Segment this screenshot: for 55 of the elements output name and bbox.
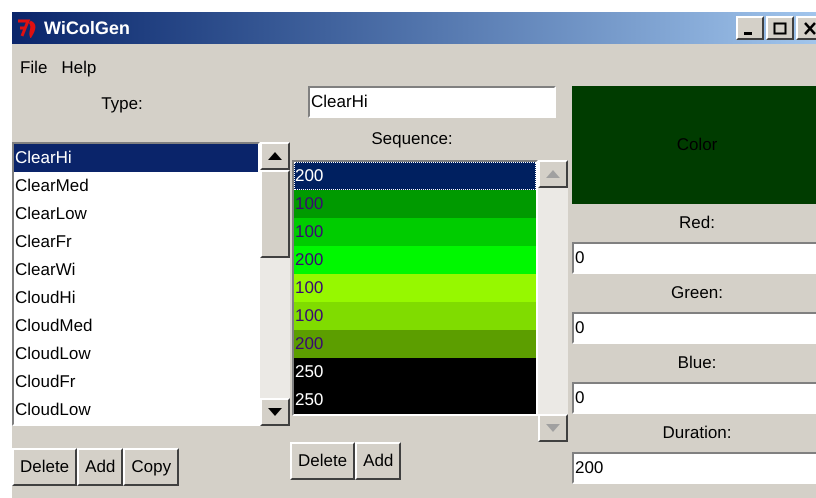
list-item[interactable]: ClearFr xyxy=(14,228,258,256)
field-label: Duration: xyxy=(662,422,732,444)
field-label: Green: xyxy=(671,282,723,304)
text-field[interactable]: 0 xyxy=(572,242,816,274)
down-arrow-icon xyxy=(546,424,560,432)
type-label: Type: xyxy=(101,93,143,116)
down-arrow-icon xyxy=(268,408,282,416)
list-item[interactable]: CloudLow xyxy=(14,396,258,424)
scroll-down-button[interactable] xyxy=(538,414,568,442)
list-item[interactable]: ClearMed xyxy=(14,172,258,200)
field-label: Blue: xyxy=(678,352,716,374)
maximize-button[interactable] xyxy=(766,16,794,40)
scrollbar[interactable] xyxy=(260,142,290,426)
list-item[interactable]: 100 xyxy=(294,190,536,218)
text-field[interactable]: 0 xyxy=(572,382,816,414)
menu-item[interactable]: File xyxy=(20,55,48,81)
list-item[interactable]: ClearHi xyxy=(14,144,258,172)
list-item[interactable]: ClearLow xyxy=(14,200,258,228)
list-item[interactable]: ClearWi xyxy=(14,256,258,284)
action-button[interactable]: Delete xyxy=(12,448,78,486)
list-item[interactable]: 200 xyxy=(294,330,536,358)
list-item[interactable]: 100 xyxy=(294,274,536,302)
text-field[interactable]: 200 xyxy=(572,452,816,484)
menu-item[interactable]: Help xyxy=(61,55,96,81)
minimize-icon xyxy=(744,32,752,34)
scroll-down-button[interactable] xyxy=(260,398,290,426)
up-arrow-icon xyxy=(546,170,560,178)
text-field[interactable]: 0 xyxy=(572,312,816,344)
sequence-label: Sequence: xyxy=(371,128,453,150)
field-label: Red: xyxy=(679,212,715,234)
window-title: WiColGen xyxy=(44,16,130,40)
action-button[interactable]: Delete xyxy=(290,442,356,480)
list-item[interactable]: 100 xyxy=(294,302,536,330)
list-item[interactable]: 200 xyxy=(294,246,536,274)
list-item[interactable]: CloudFr xyxy=(14,368,258,396)
list-item[interactable]: CloudLow xyxy=(14,340,258,368)
list-item[interactable]: 250 xyxy=(294,358,536,386)
list-item[interactable]: 250 xyxy=(294,386,536,414)
maximize-icon xyxy=(773,22,787,34)
up-arrow-icon xyxy=(268,152,282,160)
scroll-thumb[interactable] xyxy=(260,170,290,258)
action-button[interactable]: Add xyxy=(77,448,124,486)
close-icon xyxy=(803,22,816,34)
list-item[interactable]: 100 xyxy=(294,218,536,246)
scroll-up-button[interactable] xyxy=(538,160,568,188)
text-field[interactable]: ClearHi xyxy=(308,86,556,118)
list-item[interactable]: CloudMed xyxy=(14,312,258,340)
action-button[interactable]: Copy xyxy=(123,448,180,486)
minimize-button[interactable] xyxy=(736,16,764,40)
list-item[interactable]: CloudHi xyxy=(14,284,258,312)
list-item[interactable]: 200 xyxy=(294,162,536,190)
close-button[interactable] xyxy=(796,16,816,40)
action-button[interactable]: Add xyxy=(355,442,402,480)
color-label: Color xyxy=(676,134,718,156)
scroll-up-button[interactable] xyxy=(260,142,290,170)
